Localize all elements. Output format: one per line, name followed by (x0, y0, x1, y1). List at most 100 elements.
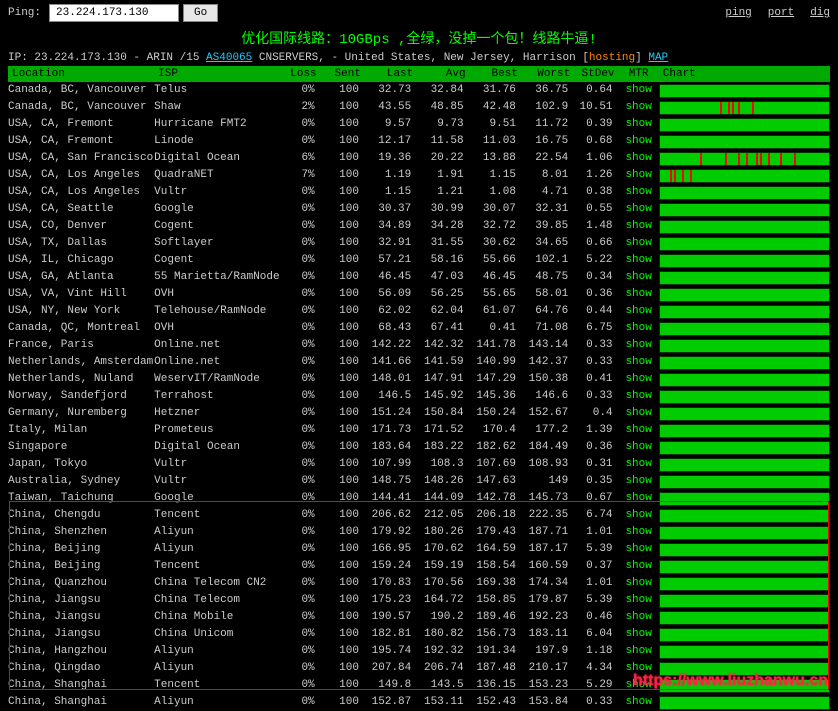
info-prefix: IP: 23.224.173.130 - ARIN /15 (8, 52, 206, 64)
mtr-show-link[interactable]: show (625, 679, 651, 691)
table-row: Canada, QC, MontrealOVH0%10068.4367.410.… (8, 320, 830, 337)
mtr-show-link[interactable]: show (625, 441, 651, 453)
location-cell: Germany, Nuremberg (8, 405, 154, 422)
location-cell: USA, CO, Denver (8, 218, 154, 235)
avg-cell: 212.05 (417, 507, 469, 524)
mtr-cell: show (619, 439, 659, 456)
worst-cell: 58.01 (522, 286, 574, 303)
chart-cell (659, 507, 830, 524)
last-cell: 151.24 (365, 405, 417, 422)
mtr-show-link[interactable]: show (625, 594, 651, 606)
location-cell: Australia, Sydney (8, 473, 154, 490)
map-link[interactable]: MAP (648, 52, 668, 64)
last-cell: 170.83 (365, 575, 417, 592)
location-cell: Norway, Sandefjord (8, 388, 154, 405)
header-last: Last (365, 66, 417, 82)
nav-port[interactable]: port (768, 7, 794, 19)
table-row: Taiwan, TaichungGoogle0%100144.41144.091… (8, 490, 830, 507)
nav-ping[interactable]: ping (725, 7, 751, 19)
mtr-show-link[interactable]: show (625, 237, 651, 249)
mtr-show-link[interactable]: show (625, 645, 651, 657)
mtr-show-link[interactable]: show (625, 611, 651, 623)
isp-cell: QuadraNET (154, 167, 280, 184)
loss-cell: 0% (280, 184, 320, 201)
mtr-show-link[interactable]: show (625, 254, 651, 266)
mtr-show-link[interactable]: show (625, 101, 651, 113)
loss-cell: 0% (280, 473, 320, 490)
worst-cell: 150.38 (522, 371, 574, 388)
mtr-show-link[interactable]: show (625, 509, 651, 521)
mtr-show-link[interactable]: show (625, 356, 651, 368)
mtr-show-link[interactable]: show (625, 475, 651, 487)
mtr-show-link[interactable]: show (625, 560, 651, 572)
loss-cell: 7% (280, 167, 320, 184)
location-cell: Singapore (8, 439, 154, 456)
mtr-cell: show (619, 660, 659, 677)
as-link[interactable]: AS40065 (206, 52, 252, 64)
isp-cell: Telehouse/RamNode (154, 303, 280, 320)
last-cell: 179.92 (365, 524, 417, 541)
mtr-show-link[interactable]: show (625, 118, 651, 130)
avg-cell: 1.21 (417, 184, 469, 201)
mtr-show-link[interactable]: show (625, 84, 651, 96)
mtr-show-link[interactable]: show (625, 543, 651, 555)
mtr-show-link[interactable]: show (625, 390, 651, 402)
mtr-show-link[interactable]: show (625, 305, 651, 317)
go-button[interactable]: Go (183, 4, 218, 22)
ping-label: Ping: (8, 7, 41, 19)
nav-dig[interactable]: dig (810, 7, 830, 19)
best-cell: 182.62 (470, 439, 522, 456)
worst-cell: 8.01 (522, 167, 574, 184)
best-cell: 31.76 (470, 82, 522, 99)
mtr-cell: show (619, 235, 659, 252)
mtr-show-link[interactable]: show (625, 169, 651, 181)
best-cell: 145.36 (470, 388, 522, 405)
last-cell: 62.02 (365, 303, 417, 320)
chart-cell (659, 592, 830, 609)
stdev-cell: 0.4 (574, 405, 618, 422)
mtr-show-link[interactable]: show (625, 186, 651, 198)
mtr-show-link[interactable]: show (625, 696, 651, 708)
chart-bar (659, 492, 830, 506)
chart-bar (659, 441, 830, 455)
mtr-cell: show (619, 184, 659, 201)
mtr-show-link[interactable]: show (625, 339, 651, 351)
mtr-show-link[interactable]: show (625, 407, 651, 419)
ip-input[interactable] (49, 4, 179, 22)
mtr-show-link[interactable]: show (625, 577, 651, 589)
sent-cell: 100 (321, 541, 365, 558)
mtr-show-link[interactable]: show (625, 526, 651, 538)
chart-cell (659, 252, 830, 269)
best-cell: 206.18 (470, 507, 522, 524)
loss-cell: 0% (280, 694, 320, 711)
mtr-show-link[interactable]: show (625, 135, 651, 147)
hosting-label: hosting (589, 52, 635, 64)
location-cell: China, Beijing (8, 541, 154, 558)
isp-cell: Online.net (154, 337, 280, 354)
mtr-show-link[interactable]: show (625, 458, 651, 470)
mtr-show-link[interactable]: show (625, 220, 651, 232)
mtr-show-link[interactable]: show (625, 152, 651, 164)
table-row: USA, CA, Los AngelesVultr0%1001.151.211.… (8, 184, 830, 201)
loss-cell: 0% (280, 439, 320, 456)
mtr-cell: show (619, 82, 659, 99)
mtr-show-link[interactable]: show (625, 492, 651, 504)
chart-cell (659, 456, 830, 473)
mtr-show-link[interactable]: show (625, 662, 651, 674)
chart-bar (659, 339, 830, 353)
mtr-show-link[interactable]: show (625, 322, 651, 334)
last-cell: 195.74 (365, 643, 417, 660)
mtr-show-link[interactable]: show (625, 271, 651, 283)
mtr-show-link[interactable]: show (625, 203, 651, 215)
mtr-show-link[interactable]: show (625, 288, 651, 300)
loss-tick (760, 153, 762, 165)
worst-cell: 183.11 (522, 626, 574, 643)
worst-cell: 64.76 (522, 303, 574, 320)
mtr-show-link[interactable]: show (625, 424, 651, 436)
sent-cell: 100 (321, 167, 365, 184)
mtr-show-link[interactable]: show (625, 373, 651, 385)
mtr-show-link[interactable]: show (625, 628, 651, 640)
chart-bar (659, 594, 830, 608)
isp-cell: Cogent (154, 252, 280, 269)
table-row: China, HangzhouAliyun0%100195.74192.3219… (8, 643, 830, 660)
